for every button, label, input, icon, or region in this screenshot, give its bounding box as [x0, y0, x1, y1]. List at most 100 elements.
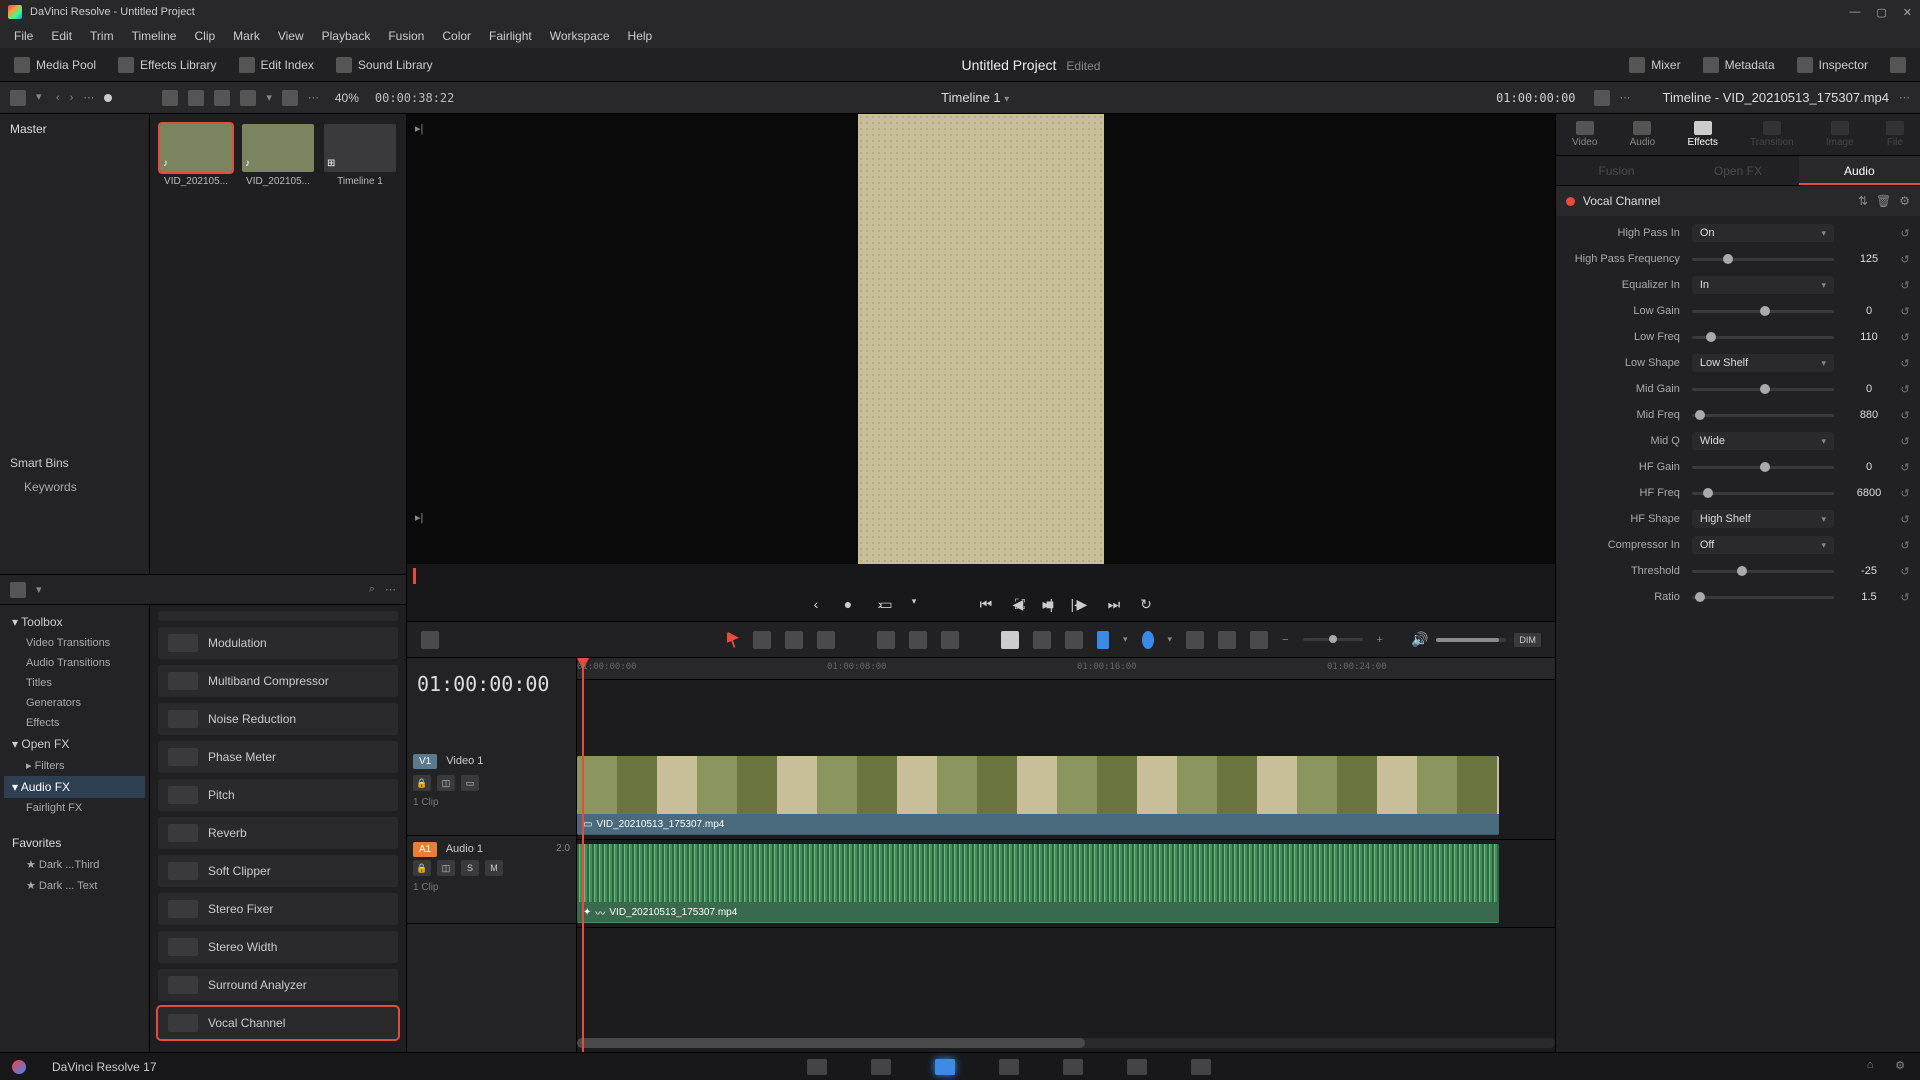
zoom-slider[interactable]: [1303, 638, 1363, 641]
match-frame-marker[interactable]: ●: [839, 596, 857, 614]
edit-index-toggle[interactable]: Edit Index: [235, 55, 318, 75]
close-button[interactable]: ✕: [1903, 6, 1912, 19]
fx-item[interactable]: Soft Clipper: [158, 855, 398, 887]
param-reset[interactable]: ↺: [1898, 253, 1912, 266]
maximize-button[interactable]: ▢: [1876, 6, 1886, 19]
param-value[interactable]: 1.5: [1846, 591, 1892, 603]
chevron-down-icon[interactable]: ▾: [36, 90, 46, 106]
dim-button[interactable]: DIM: [1514, 633, 1541, 647]
param-reset[interactable]: ↺: [1898, 227, 1912, 240]
inspector-more[interactable]: ⋯: [1899, 91, 1910, 104]
param-slider[interactable]: [1692, 258, 1834, 261]
inspector-tab-video[interactable]: Video: [1566, 119, 1603, 150]
menu-timeline[interactable]: Timeline: [124, 27, 185, 45]
fx-item[interactable]: Reverb: [158, 817, 398, 849]
fxtree-titles[interactable]: Titles: [4, 673, 145, 693]
fxtree-audiotrans[interactable]: Audio Transitions: [4, 653, 145, 673]
flag-chevron[interactable]: ▾: [1123, 634, 1128, 645]
sort-more[interactable]: ⋯: [308, 91, 319, 104]
effect-enable-dot[interactable]: [1566, 197, 1575, 206]
param-value[interactable]: 0: [1846, 461, 1892, 473]
selection-tool[interactable]: [727, 632, 739, 648]
video-clip[interactable]: ▭VID_20210513_175307.mp4: [577, 756, 1499, 835]
audio-track-tag[interactable]: A1: [413, 842, 437, 857]
param-reset[interactable]: ↺: [1898, 331, 1912, 344]
cut-page[interactable]: [871, 1059, 891, 1075]
minimize-button[interactable]: —: [1849, 6, 1860, 19]
inspector-subtab-openfx[interactable]: Open FX: [1677, 156, 1798, 185]
fxtree-audiofx[interactable]: ▾ Audio FX: [4, 776, 145, 798]
edit-page[interactable]: [935, 1059, 955, 1075]
param-value[interactable]: -25: [1846, 565, 1892, 577]
insert-tool[interactable]: [877, 631, 895, 649]
param-slider[interactable]: [1692, 492, 1834, 495]
trim-tool[interactable]: [753, 631, 771, 649]
home-icon[interactable]: ⌂: [1862, 1059, 1878, 1075]
param-reset[interactable]: ↺: [1898, 487, 1912, 500]
fullscreen-icon[interactable]: ⛶: [1011, 596, 1029, 614]
param-value[interactable]: 0: [1846, 383, 1892, 395]
menu-workspace[interactable]: Workspace: [542, 27, 618, 45]
effects-library-toggle[interactable]: Effects Library: [114, 55, 220, 75]
param-dropdown[interactable]: On▾: [1692, 224, 1834, 242]
sync-icon[interactable]: [1594, 90, 1610, 106]
link-toggle[interactable]: [1033, 631, 1051, 649]
fairlight-page[interactable]: [1127, 1059, 1147, 1075]
audio-track-header[interactable]: A1 Audio 1 2.0 🔒 ◫ S M 1 Clip: [407, 836, 576, 924]
param-slider[interactable]: [1692, 388, 1834, 391]
menu-file[interactable]: File: [6, 27, 41, 45]
match-frame-prev[interactable]: ‹: [807, 596, 825, 614]
media-thumb[interactable]: ♪VID_202105...: [242, 124, 314, 187]
timeline-hscroll[interactable]: [577, 1038, 1555, 1048]
track-lock-icon[interactable]: 🔒: [413, 775, 431, 791]
search-timeline-icon[interactable]: [1186, 631, 1204, 649]
menu-help[interactable]: Help: [620, 27, 661, 45]
param-reset[interactable]: ↺: [1898, 279, 1912, 292]
viewer-more[interactable]: ⋯: [1620, 91, 1631, 104]
param-dropdown[interactable]: In▾: [1692, 276, 1834, 294]
thumb-view-icon[interactable]: [162, 90, 178, 106]
param-slider[interactable]: [1692, 414, 1834, 417]
overwrite-tool[interactable]: [909, 631, 927, 649]
step-forward-icon[interactable]: ▸|: [415, 122, 423, 135]
keywords-bin[interactable]: Keywords: [10, 480, 139, 494]
fx-item[interactable]: Pitch: [158, 779, 398, 811]
zoom-to-fit-icon[interactable]: [1250, 631, 1268, 649]
step-forward-icon-2[interactable]: ▸|: [415, 511, 423, 524]
mixer-toggle[interactable]: Mixer: [1625, 55, 1684, 75]
param-reset[interactable]: ↺: [1898, 409, 1912, 422]
fx-more[interactable]: ⋯: [385, 583, 396, 596]
audio-clip[interactable]: ✦〰VID_20210513_175307.mp4: [577, 844, 1499, 923]
param-reset[interactable]: ↺: [1898, 435, 1912, 448]
menu-color[interactable]: Color: [434, 27, 479, 45]
replace-tool[interactable]: [941, 631, 959, 649]
inspector-zoom-icon[interactable]: [1218, 631, 1236, 649]
flag-tool[interactable]: [1097, 631, 1109, 649]
fxtree-toolbox[interactable]: ▾ Toolbox: [4, 611, 145, 633]
viewer[interactable]: ▸| ▸|: [407, 114, 1555, 564]
param-dropdown[interactable]: Low Shelf▾: [1692, 354, 1834, 372]
effect-delete[interactable]: 🗑: [1876, 194, 1891, 208]
param-slider[interactable]: [1692, 310, 1834, 313]
fxtree-videotrans[interactable]: Video Transitions: [4, 633, 145, 653]
fx-item[interactable]: Multiband Compressor: [158, 665, 398, 697]
param-value[interactable]: 6800: [1846, 487, 1892, 499]
effect-header[interactable]: Vocal Channel ⇅ 🗑 ⚙: [1556, 186, 1920, 216]
fxtree-fairlight[interactable]: Fairlight FX: [4, 798, 145, 818]
inspector-tab-effects[interactable]: Effects: [1681, 119, 1723, 150]
marker-chevron[interactable]: ▾: [1168, 634, 1173, 645]
list-view-icon[interactable]: [214, 90, 230, 106]
fx-item[interactable]: Phase Meter: [158, 741, 398, 773]
more-icon[interactable]: ⋯: [83, 91, 94, 104]
track-enable[interactable]: ▭: [461, 775, 479, 791]
marker-tool[interactable]: [1142, 631, 1154, 649]
param-reset[interactable]: ↺: [1898, 357, 1912, 370]
media-page[interactable]: [807, 1059, 827, 1075]
param-slider[interactable]: [1692, 570, 1834, 573]
media-thumb[interactable]: ♪VID_202105...: [160, 124, 232, 187]
nav-prev[interactable]: ‹: [56, 92, 60, 104]
lock-toggle[interactable]: [1065, 631, 1083, 649]
param-slider[interactable]: [1692, 596, 1834, 599]
settings-icon[interactable]: ⚙: [1892, 1059, 1908, 1075]
master-bin[interactable]: Master: [10, 122, 139, 136]
